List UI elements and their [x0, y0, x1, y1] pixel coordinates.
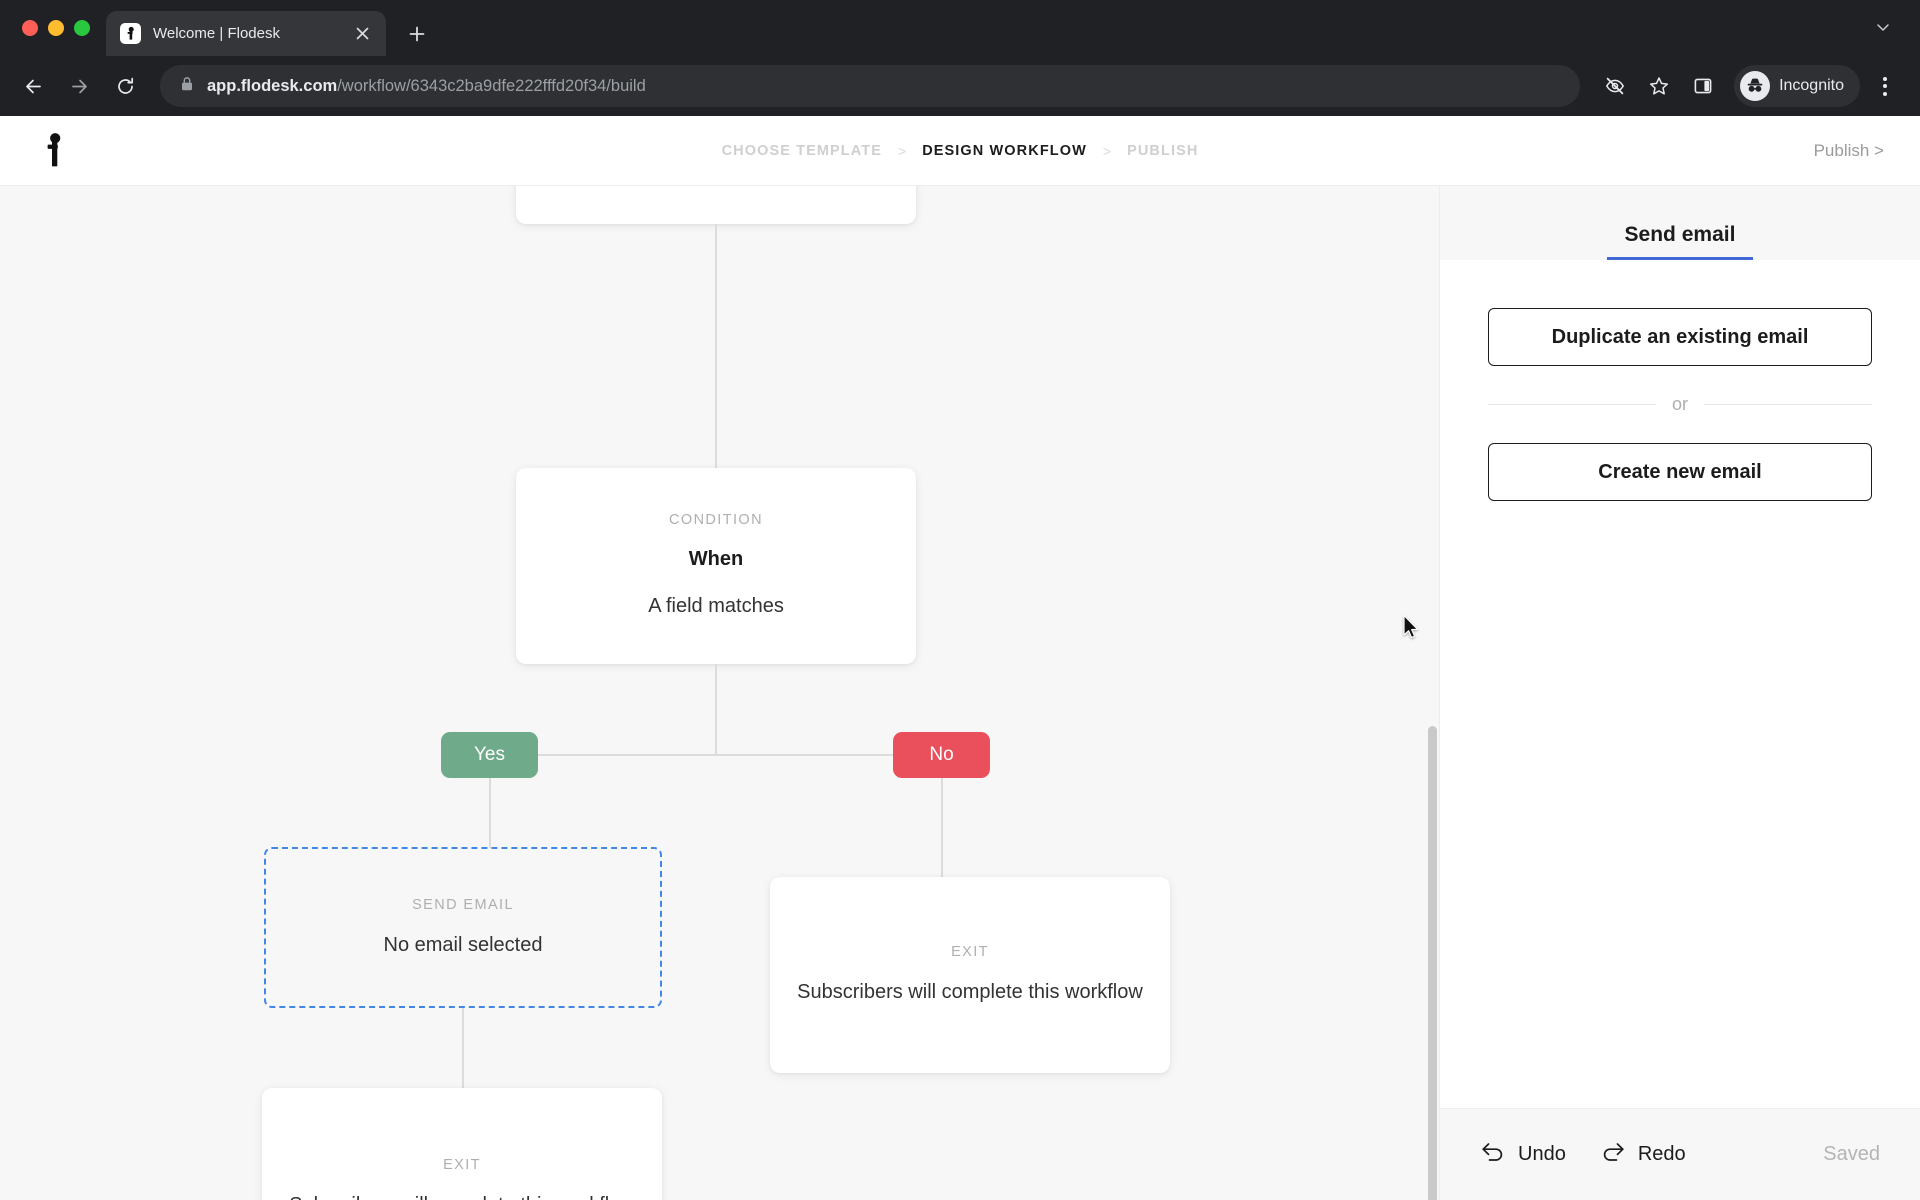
- branch-pill-yes[interactable]: Yes: [441, 732, 538, 778]
- breadcrumb-separator: >: [898, 142, 907, 159]
- address-bar-host: app.flodesk.com: [207, 76, 338, 95]
- incognito-hat-glasses-icon: [1740, 71, 1771, 101]
- branch-pill-no-label: No: [929, 744, 954, 765]
- redo-label: Redo: [1637, 1143, 1686, 1165]
- address-bar-url: app.flodesk.com/workflow/6343c2ba9dfe222…: [207, 77, 646, 96]
- tab-strip: Welcome | Flodesk: [0, 0, 1920, 56]
- browser-tab-title: Welcome | Flodesk: [153, 25, 280, 42]
- node-kind-label: EXIT: [443, 1157, 481, 1174]
- mouse-cursor: [1402, 614, 1422, 642]
- node-body: A field matches: [648, 595, 784, 618]
- breadcrumb-step-design-workflow[interactable]: DESIGN WORKFLOW: [922, 143, 1087, 159]
- breadcrumb-step-publish[interactable]: PUBLISH: [1127, 143, 1198, 159]
- window-minimize-button[interactable]: [48, 20, 64, 36]
- workspace: CONDITION When A field matches Yes No SE…: [0, 186, 1920, 1200]
- tab-send-email-label: Send email: [1624, 223, 1736, 246]
- canvas-scrollbar[interactable]: [1425, 186, 1439, 1200]
- redo-button[interactable]: Redo: [1600, 1141, 1686, 1168]
- node-body: Subscribers will complete this workflow: [289, 1192, 635, 1200]
- kebab-menu-icon[interactable]: [1868, 65, 1902, 107]
- kebab-dot: [1883, 76, 1887, 81]
- workflow-node-above-fold[interactable]: [516, 186, 916, 224]
- plus-icon[interactable]: [400, 17, 434, 51]
- panel-footer: Undo Redo Saved: [1440, 1108, 1920, 1200]
- chevron-down-icon[interactable]: [1868, 12, 1898, 42]
- canvas-scrollbar-thumb[interactable]: [1428, 726, 1437, 1200]
- browser-chrome: Welcome | Flodesk app.flodesk.com/workfl…: [0, 0, 1920, 116]
- redo-arrow-icon: [1600, 1141, 1626, 1168]
- undo-label: Undo: [1518, 1143, 1566, 1165]
- connector-line: [462, 1008, 464, 1088]
- panel-content: Duplicate an existing email or Create ne…: [1440, 260, 1920, 1108]
- flodesk-f-favicon: [120, 23, 141, 44]
- node-kind-label: CONDITION: [669, 512, 763, 529]
- undo-button[interactable]: Undo: [1480, 1141, 1566, 1168]
- browser-toolbar: app.flodesk.com/workflow/6343c2ba9dfe222…: [0, 56, 1920, 116]
- node-body: Subscribers will complete this workflow: [797, 981, 1143, 1004]
- branch-pill-yes-label: Yes: [474, 744, 505, 765]
- side-panel-icon[interactable]: [1682, 65, 1724, 107]
- reload-icon[interactable]: [104, 65, 146, 107]
- breadcrumb-step-choose-template[interactable]: CHOOSE TEMPLATE: [722, 143, 882, 159]
- tab-send-email[interactable]: Send email: [1606, 223, 1754, 260]
- breadcrumb-separator: >: [1102, 142, 1112, 159]
- breadcrumb: CHOOSE TEMPLATE > DESIGN WORKFLOW > PUBL…: [722, 143, 1199, 159]
- divider-rule-right: [1704, 404, 1873, 405]
- kebab-dot: [1883, 91, 1887, 96]
- browser-tab-active[interactable]: Welcome | Flodesk: [106, 11, 386, 56]
- undo-arrow-icon: [1480, 1141, 1506, 1168]
- duplicate-existing-email-button[interactable]: Duplicate an existing email: [1488, 308, 1872, 366]
- publish-button[interactable]: Publish >: [1814, 141, 1884, 161]
- window-maximize-button[interactable]: [74, 20, 90, 36]
- connector-line: [489, 754, 941, 756]
- back-arrow-icon[interactable]: [12, 65, 54, 107]
- workflow-canvas[interactable]: CONDITION When A field matches Yes No SE…: [0, 186, 1439, 1200]
- connector-line: [941, 778, 943, 877]
- app-header: CHOOSE TEMPLATE > DESIGN WORKFLOW > PUBL…: [0, 116, 1920, 186]
- or-label: or: [1672, 394, 1689, 414]
- workflow-node-send-email[interactable]: SEND EMAIL No email selected: [264, 847, 662, 1008]
- window-traffic-lights: [14, 0, 106, 56]
- branch-pill-no[interactable]: No: [893, 732, 990, 778]
- close-icon[interactable]: [350, 22, 374, 46]
- node-kind-label: EXIT: [951, 944, 989, 961]
- panel-tabbar: Send email: [1440, 186, 1920, 260]
- eye-slash-icon[interactable]: [1594, 65, 1636, 107]
- connector-line: [715, 664, 717, 755]
- side-panel: Send email Duplicate an existing email o…: [1439, 186, 1920, 1200]
- save-status: Saved: [1823, 1143, 1880, 1165]
- node-title: When: [688, 548, 744, 571]
- create-new-email-button[interactable]: Create new email: [1488, 443, 1872, 501]
- page-viewport: CHOOSE TEMPLATE > DESIGN WORKFLOW > PUBL…: [0, 116, 1920, 1200]
- profile-incognito-chip[interactable]: Incognito: [1734, 65, 1860, 107]
- node-kind-label: SEND EMAIL: [412, 896, 514, 913]
- tab-active-indicator: [1606, 257, 1754, 260]
- workflow-node-condition[interactable]: CONDITION When A field matches: [516, 468, 916, 664]
- profile-label: Incognito: [1779, 77, 1844, 94]
- window-close-button[interactable]: [22, 20, 38, 36]
- browser-toolbar-actions: Incognito: [1594, 65, 1902, 107]
- divider-rule-left: [1488, 404, 1656, 405]
- address-bar[interactable]: app.flodesk.com/workflow/6343c2ba9dfe222…: [160, 65, 1581, 107]
- lock-icon: [180, 76, 194, 97]
- forward-arrow-icon[interactable]: [58, 65, 100, 107]
- workflow-node-exit-yes-branch[interactable]: EXIT Subscribers will complete this work…: [262, 1088, 662, 1200]
- node-body: No email selected: [383, 933, 543, 956]
- address-bar-path: /workflow/6343c2ba9dfe222fffd20f34/build: [337, 76, 646, 95]
- or-divider: or: [1488, 394, 1873, 415]
- flodesk-logo-icon[interactable]: [38, 131, 70, 171]
- star-icon[interactable]: [1638, 65, 1680, 107]
- workflow-node-exit-no-branch[interactable]: EXIT Subscribers will complete this work…: [770, 877, 1170, 1073]
- connector-line: [715, 224, 717, 468]
- kebab-dot: [1883, 84, 1887, 88]
- connector-line: [489, 778, 491, 848]
